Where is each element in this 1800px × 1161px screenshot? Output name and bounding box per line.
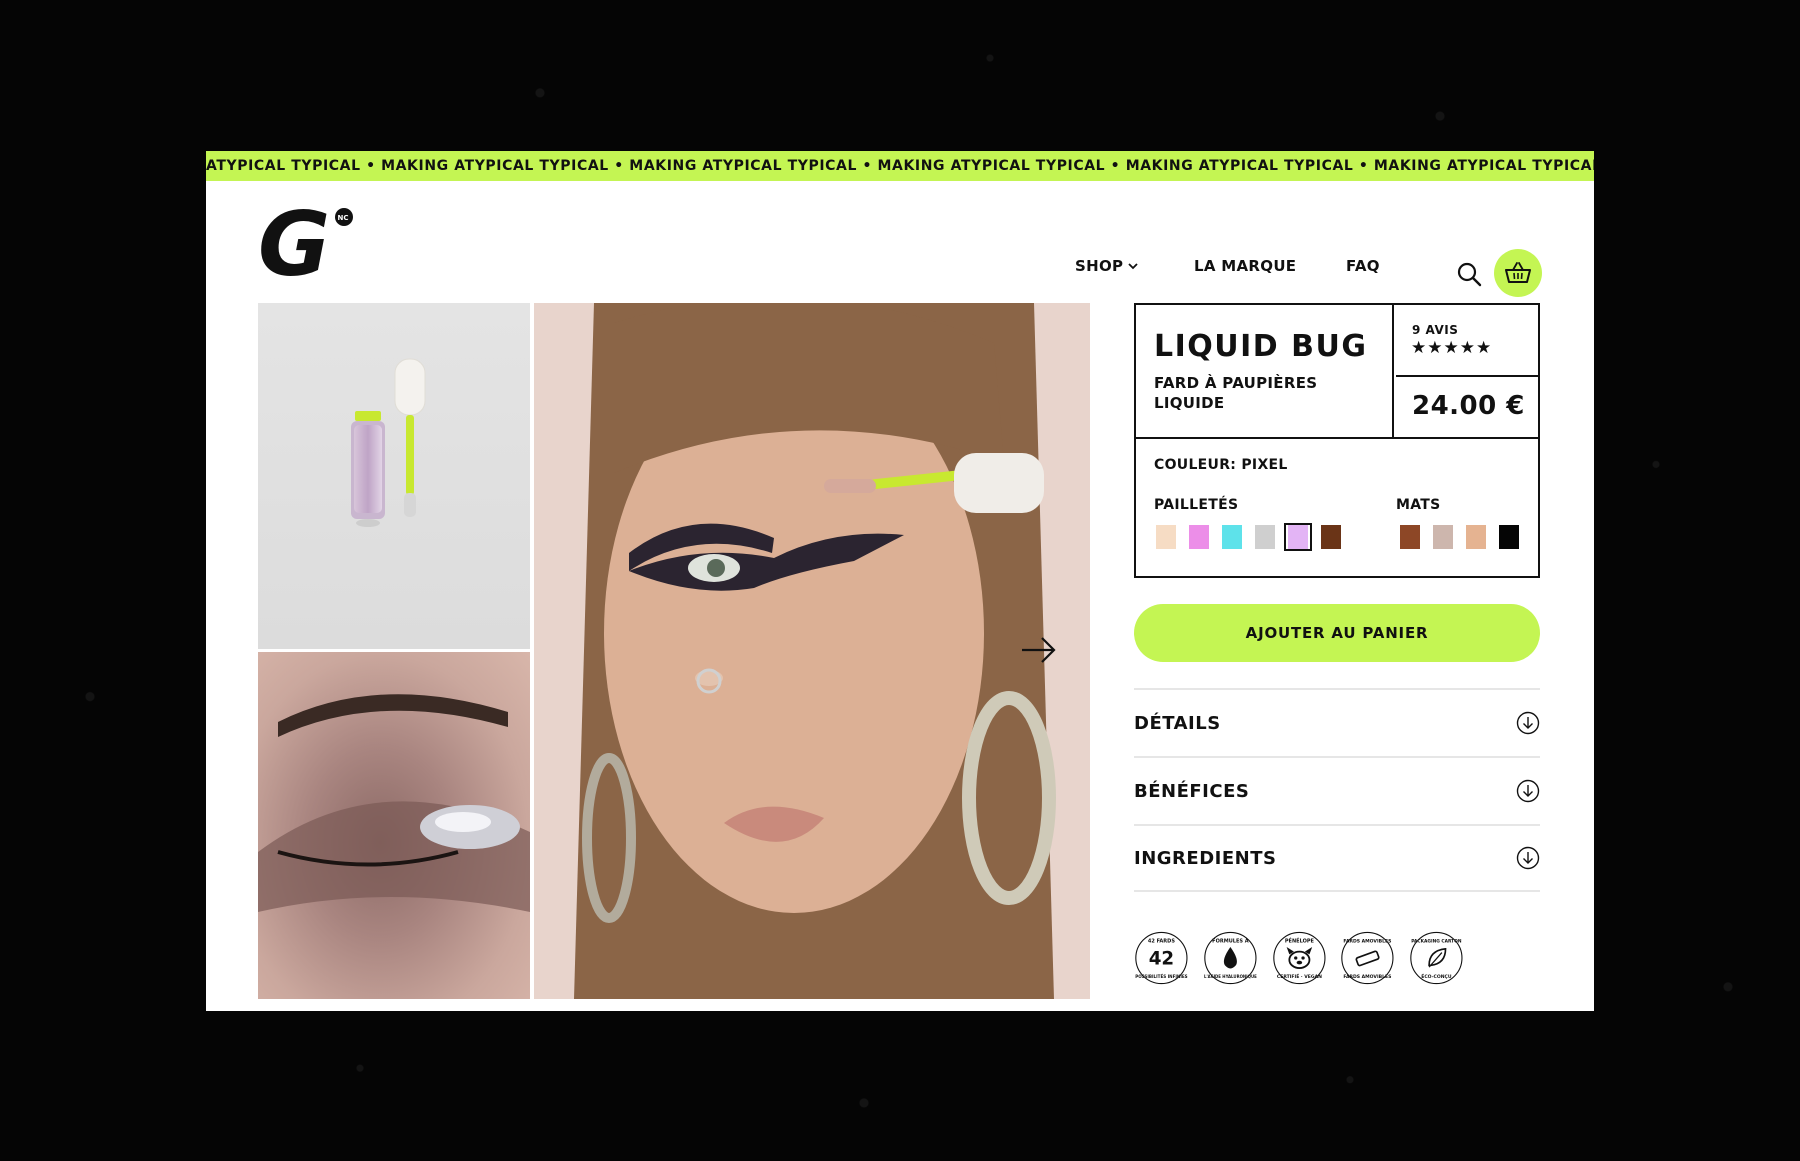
- badge-vegan-bulldog-icon: PÉNÉLOPE CERTIFIÉ · VEGAN: [1272, 931, 1326, 985]
- chevron-down-icon: [1128, 263, 1138, 270]
- accordion-details-title: DÉTAILS: [1134, 712, 1221, 734]
- eye-illustration: [258, 694, 530, 912]
- accordion-details[interactable]: DÉTAILS: [1134, 688, 1540, 756]
- browser-page: ATYPICAL TYPICAL • MAKING ATYPICAL TYPIC…: [206, 151, 1594, 1011]
- add-to-cart-button[interactable]: AJOUTER AU PANIER: [1134, 604, 1540, 662]
- glitter-swatch-color: [1156, 525, 1176, 549]
- matte-swatch-color: [1433, 525, 1453, 549]
- product-bottle-illustration: [351, 358, 426, 527]
- logo-mark: NC: [338, 214, 349, 222]
- product-packshot-image[interactable]: [258, 303, 530, 649]
- model-illustration: [534, 303, 1090, 999]
- reviews-count: 9 AVIS: [1412, 323, 1459, 337]
- product-subtitle: FARD À PAUPIÈRES LIQUIDE: [1154, 374, 1318, 412]
- matte-swatch-color: [1466, 525, 1486, 549]
- glitter-swatch-color: [1222, 525, 1242, 549]
- glitter-swatch-5[interactable]: [1284, 523, 1312, 551]
- arrow-down-circle-icon: [1516, 711, 1540, 735]
- product-info-panel: LIQUID BUG FARD À PAUPIÈRES LIQUIDE 9 AV…: [1134, 303, 1540, 578]
- add-to-cart-label: AJOUTER AU PANIER: [1245, 624, 1429, 642]
- glitter-swatches: [1152, 523, 1350, 551]
- nav-faq-label: FAQ: [1346, 257, 1380, 275]
- site-header: G NC SHOP LA MARQUE FAQ: [206, 181, 1594, 301]
- marquee-text: ATYPICAL TYPICAL • MAKING ATYPICAL TYPIC…: [206, 158, 1594, 174]
- basket-icon: [1505, 262, 1531, 283]
- badge-removable-top: FARDS AMOVIBLES: [1344, 938, 1392, 944]
- badge-42-shades-icon: 42 42 FARDS POSSIBILITÉS INFINIES: [1135, 931, 1188, 985]
- closeup-eye-image[interactable]: [258, 652, 530, 999]
- matte-swatch-3[interactable]: [1462, 523, 1490, 551]
- nav-la-marque-label: LA MARQUE: [1194, 257, 1297, 275]
- badge-hyaluronic-drop-icon: FORMULES À L'ACIDE HYALURONIQUE: [1204, 931, 1257, 985]
- badge-42-number: 42: [1149, 948, 1174, 969]
- glitter-swatch-2[interactable]: [1185, 523, 1213, 551]
- product-price: 24.00 €: [1412, 391, 1525, 421]
- arrow-down-circle-icon: [1516, 779, 1540, 803]
- glitter-swatch-1[interactable]: [1152, 523, 1180, 551]
- cart-button[interactable]: [1494, 249, 1542, 297]
- accordion-benefits-title: BÉNÉFICES: [1134, 780, 1250, 802]
- arrow-down-circle-icon: [1516, 846, 1540, 870]
- badge-eco-leaf-icon: PACKAGING CARTON ÉCO-CONÇU: [1410, 931, 1463, 985]
- product-header-row: LIQUID BUG FARD À PAUPIÈRES LIQUIDE 9 AV…: [1136, 305, 1540, 439]
- matte-swatch-2[interactable]: [1429, 523, 1457, 551]
- search-icon[interactable]: [1456, 261, 1482, 287]
- badge-42-bottom: POSSIBILITÉS INFINIES: [1135, 974, 1187, 979]
- badge-vegan-top: PÉNÉLOPE: [1284, 936, 1314, 944]
- model-wearing-product-image[interactable]: [534, 303, 1090, 999]
- matte-group-label: MATS: [1396, 497, 1441, 513]
- nav-la-marque[interactable]: LA MARQUE: [1194, 257, 1296, 275]
- glitter-swatch-color: [1288, 525, 1308, 549]
- badge-hyaluronic-bottom: L'ACIDE HYALURONIQUE: [1204, 974, 1257, 979]
- accordion-benefits[interactable]: BÉNÉFICES: [1134, 756, 1540, 824]
- glitter-swatch-3[interactable]: [1218, 523, 1246, 551]
- color-prefix: COULEUR:: [1154, 457, 1237, 473]
- logo-letter: G: [258, 203, 330, 283]
- reviews-cell[interactable]: 9 AVIS ★★★★★: [1396, 305, 1540, 377]
- badge-42-top: 42 FARDS: [1148, 938, 1175, 944]
- matte-swatch-color: [1400, 525, 1420, 549]
- announcement-marquee: ATYPICAL TYPICAL • MAKING ATYPICAL TYPIC…: [206, 151, 1594, 181]
- product-badges: 42 42 FARDS POSSIBILITÉS INFINIES FORMUL…: [1134, 921, 1464, 995]
- brand-logo[interactable]: G NC: [258, 203, 368, 283]
- nav-shop-label: SHOP: [1075, 257, 1124, 275]
- matte-swatch-1[interactable]: [1396, 523, 1424, 551]
- glitter-swatch-6[interactable]: [1317, 523, 1345, 551]
- price-cell: 24.00 €: [1396, 377, 1540, 437]
- product-title-cell: LIQUID BUG FARD À PAUPIÈRES LIQUIDE: [1136, 305, 1394, 437]
- accordion-ingredients[interactable]: INGREDIENTS: [1134, 824, 1540, 892]
- badge-hyaluronic-top: FORMULES À: [1212, 937, 1249, 944]
- badge-eco-top: PACKAGING CARTON: [1411, 938, 1462, 944]
- badge-removable-bottom: FARDS AMOVIBLES: [1344, 974, 1392, 980]
- glitter-swatch-color: [1189, 525, 1209, 549]
- accordion-ingredients-title: INGREDIENTS: [1134, 847, 1277, 869]
- color-value: PIXEL: [1241, 457, 1288, 473]
- glitter-swatch-color: [1321, 525, 1341, 549]
- nav-shop[interactable]: SHOP: [1075, 257, 1138, 275]
- glitter-swatch-color: [1255, 525, 1275, 549]
- badge-removable-pans-icon: FARDS AMOVIBLES FARDS AMOVIBLES: [1341, 931, 1394, 985]
- matte-swatches: [1396, 523, 1528, 551]
- glitter-group-label: PAILLETÉS: [1154, 497, 1239, 513]
- matte-swatch-color: [1499, 525, 1519, 549]
- selected-color-label: COULEUR: PIXEL: [1154, 457, 1288, 473]
- nav-faq[interactable]: FAQ: [1346, 257, 1380, 275]
- product-name: LIQUID BUG: [1154, 329, 1368, 364]
- glitter-swatch-4[interactable]: [1251, 523, 1279, 551]
- matte-swatch-4[interactable]: [1495, 523, 1523, 551]
- gallery-next-arrow-icon[interactable]: [1018, 630, 1058, 670]
- star-rating: ★★★★★: [1411, 338, 1493, 358]
